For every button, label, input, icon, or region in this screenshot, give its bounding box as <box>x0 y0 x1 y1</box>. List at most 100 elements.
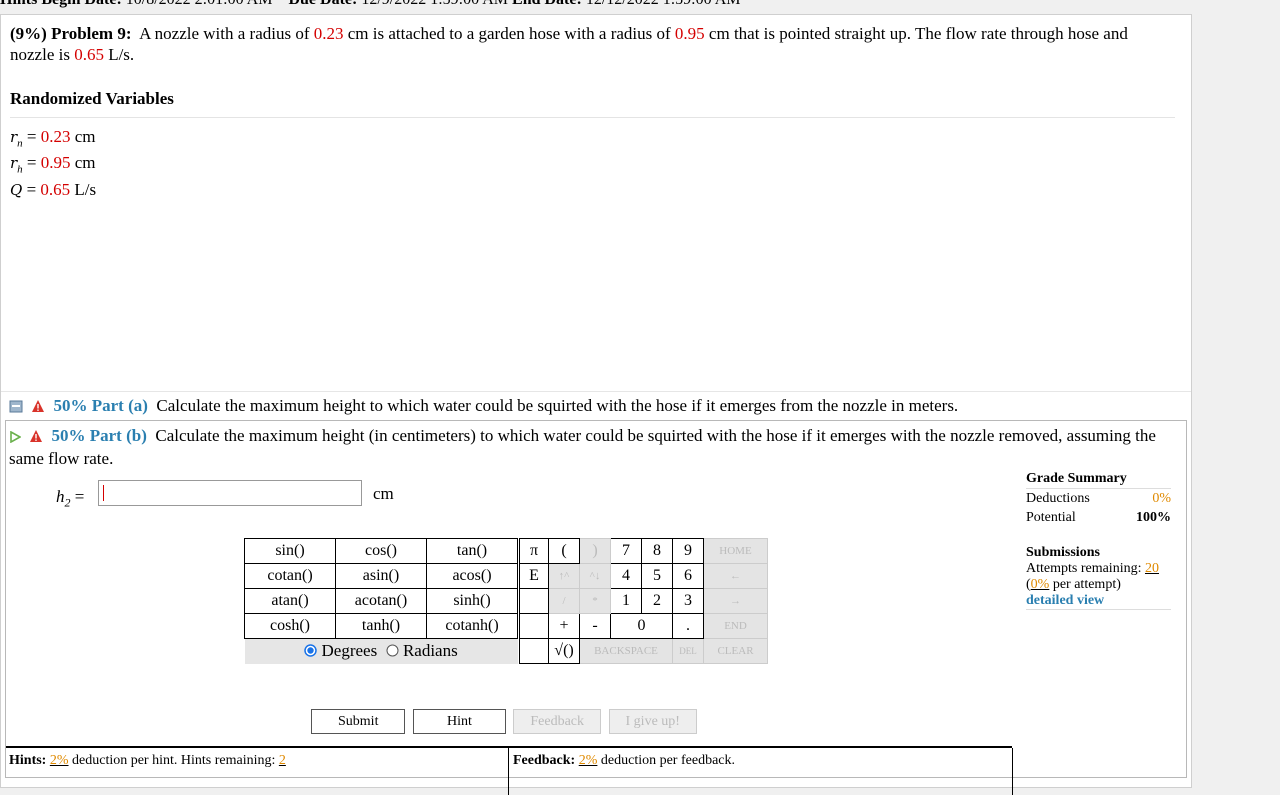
due-date-label: Due Date: <box>288 0 357 8</box>
submissions-title: Submissions <box>1026 545 1100 560</box>
digit-0-key[interactable]: 0 <box>610 613 673 639</box>
per-attempt: (0% per attempt) <box>1026 577 1121 592</box>
warning-icon <box>29 427 43 448</box>
del-key[interactable]: DEL <box>672 638 704 664</box>
attempts-label: Attempts remaining: <box>1026 561 1142 576</box>
header-dates: Hints Begin Date: 10/8/2022 2:01:00 AM D… <box>0 0 741 9</box>
give-up-button[interactable]: I give up! <box>608 709 697 734</box>
divide-key[interactable]: / <box>548 588 580 614</box>
feedback-text: deduction per feedback. <box>600 753 735 768</box>
digit-5-key[interactable]: 5 <box>641 563 673 589</box>
backspace-key[interactable]: BACKSPACE <box>579 638 673 664</box>
end-date-label: End Date: <box>512 0 582 8</box>
end-date-value: 12/12/2022 1:59:00 AM <box>586 0 741 8</box>
cotanh-key[interactable]: cotanh() <box>426 613 518 639</box>
submit-button[interactable]: Submit <box>311 709 406 734</box>
sqrt-key[interactable]: √() <box>548 638 580 664</box>
acotan-key[interactable]: acotan() <box>335 588 427 614</box>
answer-unit: cm <box>373 484 394 503</box>
variable-row: Q = 0.65 L/s <box>10 179 97 199</box>
sin-key[interactable]: sin() <box>244 538 336 564</box>
part-b-question: 50% Part (b) Calculate the maximum heigh… <box>9 425 1179 469</box>
warning-icon <box>31 398 45 418</box>
right-arrow-key[interactable]: → <box>703 588 768 614</box>
hose-radius-value: 0.95 <box>674 24 705 43</box>
feedback-button[interactable]: Feedback <box>513 709 602 734</box>
part-a-text: Calculate the maximum height to which wa… <box>156 396 959 415</box>
minus-key[interactable]: - <box>579 613 611 639</box>
asin-key[interactable]: asin() <box>335 563 427 589</box>
hose-radius-unit: cm <box>708 24 730 43</box>
hints-feedback-bar: Hints: 2% deduction per hint. Hints rema… <box>6 746 1013 795</box>
close-paren-key[interactable]: ) <box>579 538 611 564</box>
problem-text-1: A nozzle with a radius of <box>139 24 310 43</box>
sinh-key[interactable]: sinh() <box>426 588 518 614</box>
pi-key[interactable]: π <box>519 538 549 564</box>
part-b-text: Calculate the maximum height (in centime… <box>9 426 1156 468</box>
divider <box>1012 748 1013 795</box>
cosh-key[interactable]: cosh() <box>244 613 336 639</box>
acos-key[interactable]: acos() <box>426 563 518 589</box>
radians-label: Radians <box>402 641 458 661</box>
action-buttons: Submit Hint Feedback I give up! <box>311 709 701 734</box>
nozzle-radius-value: 0.23 <box>313 24 344 43</box>
left-arrow-key[interactable]: ← <box>703 563 768 589</box>
hints-text: deduction per hint. Hints remaining: <box>72 753 276 768</box>
up-key[interactable]: ↑^ <box>548 563 580 589</box>
hint-button[interactable]: Hint <box>412 709 506 734</box>
plus-key[interactable]: + <box>548 613 580 639</box>
collapsed-part-icon[interactable] <box>9 398 23 418</box>
cotan-key[interactable]: cotan() <box>244 563 336 589</box>
equals-sign: = <box>74 487 85 506</box>
answer-variable-label: h2 = <box>56 487 84 510</box>
degrees-radio[interactable] <box>304 641 317 660</box>
part-b-panel: 50% Part (b) Calculate the maximum heigh… <box>5 420 1187 795</box>
problem-number: (9%) Problem 9: <box>10 24 132 43</box>
multiply-key[interactable]: * <box>579 588 611 614</box>
attempts-value: 20 <box>1144 561 1159 576</box>
tanh-key[interactable]: tanh() <box>335 613 427 639</box>
clear-key[interactable]: CLEAR <box>703 638 768 664</box>
attempts-remaining: Attempts remaining: 20 <box>1026 561 1171 577</box>
digit-2-key[interactable]: 2 <box>641 588 673 614</box>
degrees-label: Degrees <box>321 641 378 661</box>
deductions-row: Deductions 0% <box>1026 489 1171 508</box>
tan-key[interactable]: tan() <box>426 538 518 564</box>
variable-value: 0.65 <box>40 179 71 199</box>
part-a-label: 50% Part (a) <box>53 396 148 415</box>
detailed-view-link[interactable]: detailed view <box>1026 593 1171 610</box>
variable-subscript: 2 <box>64 495 71 510</box>
nozzle-radius-unit: cm <box>347 24 369 43</box>
blank-key <box>519 638 549 664</box>
digit-7-key[interactable]: 7 <box>610 538 642 564</box>
down-key[interactable]: ^↓ <box>579 563 611 589</box>
decimal-key[interactable]: . <box>672 613 704 639</box>
flow-rate-value: 0.65 <box>74 45 104 64</box>
digit-4-key[interactable]: 4 <box>610 563 642 589</box>
digit-1-key[interactable]: 1 <box>610 588 642 614</box>
part-a-row[interactable]: 50% Part (a) Calculate the maximum heigh… <box>1 391 1191 422</box>
hints-remaining: 2 <box>278 753 286 768</box>
answer-input[interactable] <box>98 480 362 506</box>
divider <box>10 117 1175 118</box>
digit-3-key[interactable]: 3 <box>672 588 704 614</box>
digit-6-key[interactable]: 6 <box>672 563 704 589</box>
randomized-variables-list: rn = 0.23 cm rh = 0.95 cm Q = 0.65 L/s <box>10 127 96 200</box>
feedback-info: Feedback: 2% deduction per feedback. <box>513 753 735 769</box>
atan-key[interactable]: atan() <box>244 588 336 614</box>
variable-subscript: h <box>17 163 23 176</box>
open-paren-key[interactable]: ( <box>548 538 580 564</box>
e-key[interactable]: E <box>519 563 549 589</box>
home-key[interactable]: HOME <box>703 538 768 564</box>
end-key[interactable]: END <box>703 613 768 639</box>
cos-key[interactable]: cos() <box>335 538 427 564</box>
feedback-pct: 2% <box>578 753 598 768</box>
variable-row: rn = 0.23 cm <box>10 127 96 150</box>
variable-symbol: Q <box>10 180 23 199</box>
digit-8-key[interactable]: 8 <box>641 538 673 564</box>
grade-summary: Grade Summary Deductions 0% Potential 100%… <box>1026 471 1171 610</box>
radians-radio[interactable] <box>386 641 399 660</box>
digit-9-key[interactable]: 9 <box>672 538 704 564</box>
angle-mode-group: Degrees Radians <box>244 638 518 664</box>
blank-key <box>519 613 549 639</box>
